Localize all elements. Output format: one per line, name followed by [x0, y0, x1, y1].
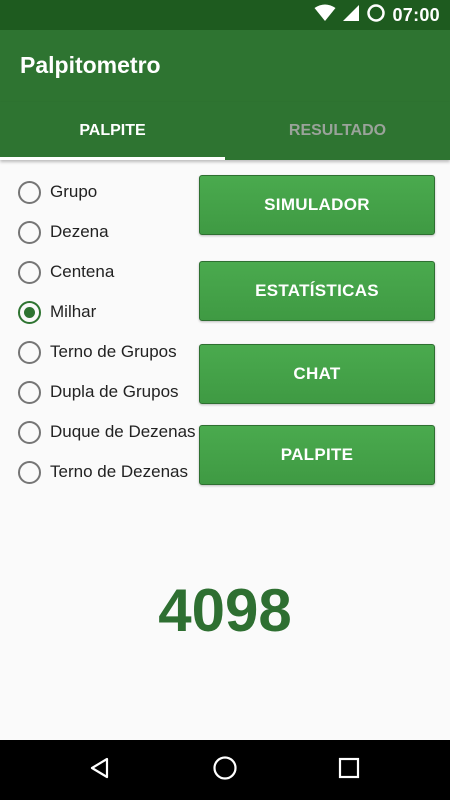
recents-icon [338, 757, 360, 784]
radio-label: Grupo [50, 182, 98, 201]
radio-duque-de-dezenas[interactable]: Duque de Dezenas [18, 412, 208, 452]
app-screen: 07:00 Palpitometro PALPITE RESULTADO Gru… [0, 0, 450, 800]
battery-icon [366, 3, 386, 28]
radio-button[interactable] [18, 460, 41, 484]
home-icon [212, 755, 238, 786]
result-number: 4098 [158, 577, 292, 644]
radio-milhar[interactable]: Milhar [18, 292, 208, 332]
radio-button[interactable] [18, 420, 41, 444]
radio-button-checked[interactable] [18, 300, 41, 324]
radio-label: Dupla de Grupos [50, 382, 179, 401]
radio-terno-de-grupos[interactable]: Terno de Grupos [18, 332, 208, 372]
recents-button[interactable] [331, 752, 367, 788]
radio-label: Milhar [50, 302, 97, 321]
bet-type-radio-group: Grupo Dezena Centena Milhar Terno de Gru… [18, 172, 208, 492]
tab-resultado[interactable]: RESULTADO [225, 102, 450, 160]
tab-bar: PALPITE RESULTADO [0, 102, 450, 160]
estatisticas-button[interactable]: ESTATÍSTICAS [199, 261, 435, 321]
radio-label: Dezena [50, 222, 109, 241]
radio-button[interactable] [18, 380, 41, 404]
radio-dezena[interactable]: Dezena [18, 212, 208, 252]
back-button[interactable] [82, 752, 118, 788]
simulador-button[interactable]: SIMULADOR [199, 175, 435, 235]
back-icon [88, 756, 112, 785]
app-title: Palpitometro [20, 52, 161, 78]
radio-button[interactable] [18, 340, 41, 364]
status-bar: 07:00 [0, 0, 450, 30]
status-time: 07:00 [392, 4, 440, 25]
nav-bar [0, 740, 450, 800]
chat-button[interactable]: CHAT [199, 344, 435, 404]
radio-label: Terno de Dezenas [50, 462, 188, 481]
app-bar: Palpitometro [0, 30, 450, 102]
radio-button[interactable] [18, 180, 41, 204]
radio-grupo[interactable]: Grupo [18, 172, 208, 212]
home-button[interactable] [207, 752, 243, 788]
radio-dupla-de-grupos[interactable]: Dupla de Grupos [18, 372, 208, 412]
tab-palpite-label: PALPITE [79, 122, 146, 139]
radio-button[interactable] [18, 220, 41, 244]
wifi-icon [314, 4, 336, 27]
radio-label: Terno de Grupos [50, 342, 177, 361]
status-icons: 07:00 [314, 0, 440, 30]
tab-palpite[interactable]: PALPITE [0, 102, 225, 160]
radio-centena[interactable]: Centena [18, 252, 208, 292]
radio-label: Centena [50, 262, 115, 281]
radio-terno-de-dezenas[interactable]: Terno de Dezenas [18, 452, 208, 492]
tab-resultado-label: RESULTADO [288, 122, 387, 139]
palpite-button[interactable]: PALPITE [199, 425, 435, 485]
radio-button[interactable] [18, 260, 41, 284]
radio-label: Duque de Dezenas [50, 422, 196, 441]
signal-icon [342, 4, 360, 27]
active-tab-indicator [0, 157, 225, 160]
